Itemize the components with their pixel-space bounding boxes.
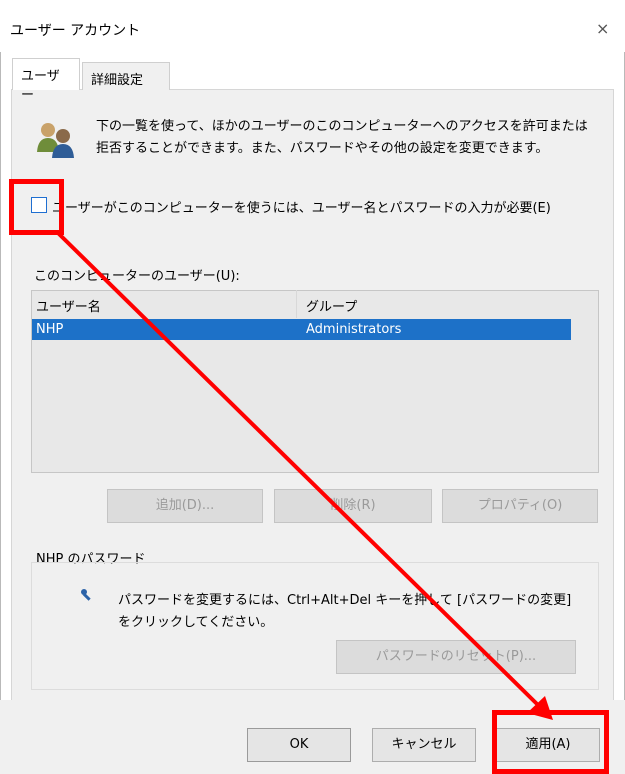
users-list[interactable] — [31, 290, 599, 473]
row-user-name: NHP — [36, 322, 64, 337]
ok-button[interactable]: OK — [247, 728, 351, 762]
require-password-label[interactable]: ユーザーがこのコンピューターを使うには、ユーザー名とパスワードの入力が必要(E) — [52, 197, 551, 216]
column-header-username[interactable]: ユーザー名 — [36, 296, 101, 315]
close-icon[interactable]: × — [596, 19, 609, 38]
properties-button[interactable]: プロパティ(O) — [442, 489, 598, 523]
remove-user-button[interactable]: 削除(R) — [274, 489, 432, 523]
description-text: 下の一覧を使って、ほかのユーザーのこのコンピューターへのアクセスを許可または拒否… — [96, 119, 588, 156]
password-change-text: パスワードを変更するには、Ctrl+Alt+Del キーを押して [パスワードの… — [118, 593, 572, 630]
row-user-group: Administrators — [306, 322, 402, 337]
cancel-button[interactable]: キャンセル — [372, 728, 476, 762]
table-row[interactable] — [32, 319, 571, 340]
highlight-apply-box — [492, 710, 609, 774]
tab-advanced[interactable]: 詳細設定 — [82, 62, 170, 90]
users-icon — [37, 123, 74, 158]
highlight-checkbox-box — [9, 179, 64, 235]
key-icon — [81, 589, 91, 601]
column-header-group[interactable]: グループ — [306, 296, 357, 315]
column-separator — [296, 290, 297, 318]
tab-users[interactable]: ユーザー — [12, 58, 80, 103]
users-list-label: このコンピューターのユーザー(U): — [34, 269, 240, 284]
window-title: ユーザー アカウント — [10, 23, 141, 39]
reset-password-button[interactable]: パスワードのリセット(P)... — [336, 640, 576, 674]
add-user-button[interactable]: 追加(D)... — [107, 489, 263, 523]
